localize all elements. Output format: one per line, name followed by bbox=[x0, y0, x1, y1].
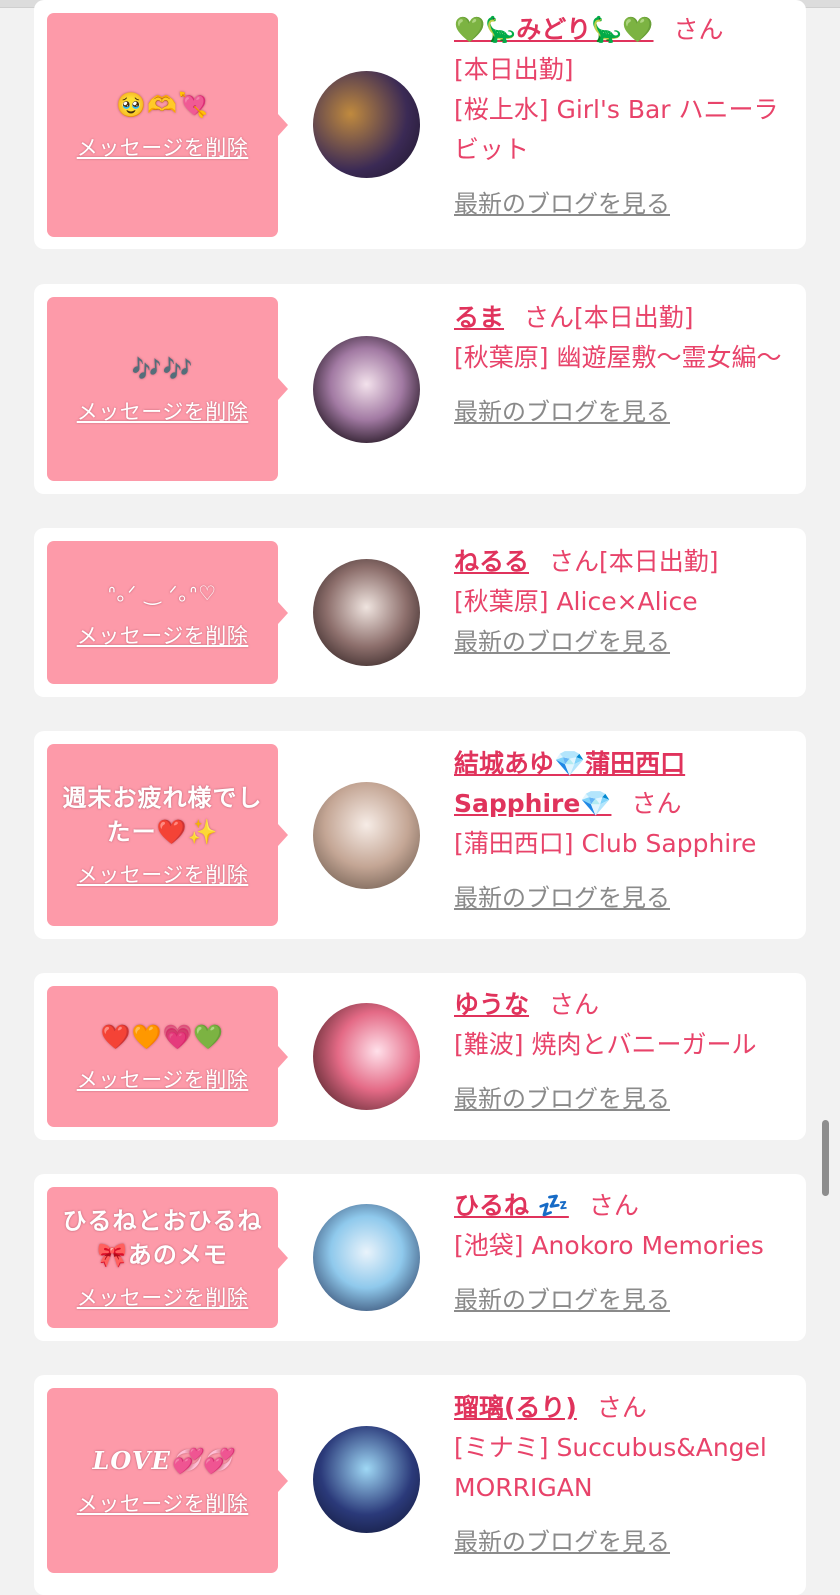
message-bubble: ᐢ｡ᐟ ‿ ᐟ｡ᐢ♡ メッセージを削除 bbox=[47, 541, 288, 684]
latest-blog-link[interactable]: 最新のブログを見る bbox=[454, 622, 670, 662]
shop-name: [桜上水] Girl's Bar ハニーラビット bbox=[454, 95, 779, 164]
message-text: LOVE💞💞 bbox=[92, 1445, 233, 1475]
message-text: 🎶🎶 bbox=[131, 355, 194, 383]
honorific: さん bbox=[549, 990, 600, 1019]
delete-message-link[interactable]: メッセージを削除 bbox=[77, 1064, 249, 1094]
avatar[interactable] bbox=[313, 1426, 420, 1533]
cast-info: るま さん[本日出勤] [秋葉原] 幽遊屋敷〜霊女編〜 最新のブログを見る bbox=[454, 298, 794, 432]
message-bubble: ひるねとおひるね🎀あのメモ メッセージを削除 bbox=[47, 1187, 288, 1328]
scrollbar[interactable] bbox=[822, 1120, 829, 1196]
shop-name: [秋葉原] 幽遊屋敷〜霊女編〜 bbox=[454, 343, 782, 372]
latest-blog-link[interactable]: 最新のブログを見る bbox=[454, 184, 670, 224]
message-card: ひるねとおひるね🎀あのメモ メッセージを削除 ひるね 💤 さん [池袋] Anok… bbox=[34, 1174, 806, 1341]
latest-blog-link[interactable]: 最新のブログを見る bbox=[454, 1522, 670, 1562]
honorific: さん bbox=[631, 789, 682, 818]
message-text: 🥹🫶💘 bbox=[116, 91, 209, 119]
message-text: 週末お疲れ様でしたー❤️✨ bbox=[62, 784, 263, 846]
shop-name: [蒲田西口] Club Sapphire bbox=[454, 829, 757, 858]
message-card: LOVE💞💞 メッセージを削除 瑠璃(るり) さん [ミナミ] Succubus&… bbox=[34, 1375, 806, 1595]
message-card: 週末お疲れ様でしたー❤️✨ メッセージを削除 結城あゆ💎蒲田西口Sapphire… bbox=[34, 731, 806, 939]
message-text: ❤️🧡💗💚 bbox=[100, 1022, 225, 1051]
honorific: さん bbox=[549, 547, 600, 576]
delete-message-link[interactable]: メッセージを削除 bbox=[77, 620, 249, 650]
avatar[interactable] bbox=[313, 559, 420, 666]
cast-name-link[interactable]: ひるね 💤 bbox=[454, 1191, 569, 1220]
message-bubble: 週末お疲れ様でしたー❤️✨ メッセージを削除 bbox=[47, 744, 288, 926]
cast-name-link[interactable]: るま bbox=[454, 303, 504, 332]
message-bubble: LOVE💞💞 メッセージを削除 bbox=[47, 1388, 288, 1573]
attendance-status: [本日出勤] bbox=[454, 55, 574, 84]
message-text: ᐢ｡ᐟ ‿ ᐟ｡ᐢ♡ bbox=[107, 580, 218, 605]
message-card: ᐢ｡ᐟ ‿ ᐟ｡ᐢ♡ メッセージを削除 ねるる さん[本日出勤] [秋葉原] Al… bbox=[34, 528, 806, 697]
message-bubble: 🎶🎶 メッセージを削除 bbox=[47, 297, 288, 481]
message-card: ❤️🧡💗💚 メッセージを削除 ゆうな さん [難波] 焼肉とバニーガール 最新のブ… bbox=[34, 973, 806, 1140]
delete-message-link[interactable]: メッセージを削除 bbox=[77, 132, 249, 162]
attendance-status: [本日出勤] bbox=[599, 547, 719, 576]
shop-name: [難波] 焼肉とバニーガール bbox=[454, 1030, 757, 1059]
delete-message-link[interactable]: メッセージを削除 bbox=[77, 1488, 249, 1518]
honorific: さん bbox=[673, 15, 724, 44]
cast-name-link[interactable]: 瑠璃(るり) bbox=[454, 1393, 577, 1422]
avatar[interactable] bbox=[313, 336, 420, 443]
message-card: 🎶🎶 メッセージを削除 るま さん[本日出勤] [秋葉原] 幽遊屋敷〜霊女編〜 最… bbox=[34, 284, 806, 494]
cast-info: 💚🦕みどり🦕💚 さん [本日出勤] [桜上水] Girl's Bar ハニーラビッ… bbox=[454, 10, 794, 224]
latest-blog-link[interactable]: 最新のブログを見る bbox=[454, 1079, 670, 1119]
cast-info: 瑠璃(るり) さん [ミナミ] Succubus&Angel MORRIGAN 最… bbox=[454, 1388, 794, 1562]
cast-name-link[interactable]: ゆうな bbox=[454, 990, 529, 1019]
message-card: 🥹🫶💘 メッセージを削除 💚🦕みどり🦕💚 さん [本日出勤] [桜上水] Girl… bbox=[34, 0, 806, 249]
honorific: さん bbox=[596, 1393, 647, 1422]
latest-blog-link[interactable]: 最新のブログを見る bbox=[454, 392, 670, 432]
message-bubble: ❤️🧡💗💚 メッセージを削除 bbox=[47, 986, 288, 1127]
cast-name-link[interactable]: 💚🦕みどり🦕💚 bbox=[454, 15, 654, 44]
cast-info: ゆうな さん [難波] 焼肉とバニーガール 最新のブログを見る bbox=[454, 985, 794, 1119]
attendance-status: [本日出勤] bbox=[574, 303, 694, 332]
honorific: さん bbox=[588, 1191, 639, 1220]
avatar[interactable] bbox=[313, 71, 420, 178]
latest-blog-link[interactable]: 最新のブログを見る bbox=[454, 878, 670, 918]
avatar[interactable] bbox=[313, 782, 420, 889]
cast-info: ひるね 💤 さん [池袋] Anokoro Memories 最新のブログを見る bbox=[454, 1186, 794, 1320]
delete-message-link[interactable]: メッセージを削除 bbox=[77, 859, 249, 889]
message-text: ひるねとおひるね🎀あのメモ bbox=[62, 1206, 263, 1269]
delete-message-link[interactable]: メッセージを削除 bbox=[77, 396, 249, 426]
cast-name-link[interactable]: ねるる bbox=[454, 547, 529, 576]
honorific: さん bbox=[524, 303, 575, 332]
shop-name: [池袋] Anokoro Memories bbox=[454, 1231, 764, 1260]
latest-blog-link[interactable]: 最新のブログを見る bbox=[454, 1280, 670, 1320]
message-bubble: 🥹🫶💘 メッセージを削除 bbox=[47, 13, 288, 237]
cast-info: ねるる さん[本日出勤] [秋葉原] Alice×Alice 最新のブログを見る bbox=[454, 542, 794, 662]
shop-name: [秋葉原] Alice×Alice bbox=[454, 587, 698, 616]
cast-info: 結城あゆ💎蒲田西口Sapphire💎 さん [蒲田西口] Club Sapphir… bbox=[454, 744, 794, 918]
avatar[interactable] bbox=[313, 1003, 420, 1110]
avatar[interactable] bbox=[313, 1204, 420, 1311]
shop-name: [ミナミ] Succubus&Angel MORRIGAN bbox=[454, 1433, 767, 1502]
delete-message-link[interactable]: メッセージを削除 bbox=[77, 1282, 249, 1312]
